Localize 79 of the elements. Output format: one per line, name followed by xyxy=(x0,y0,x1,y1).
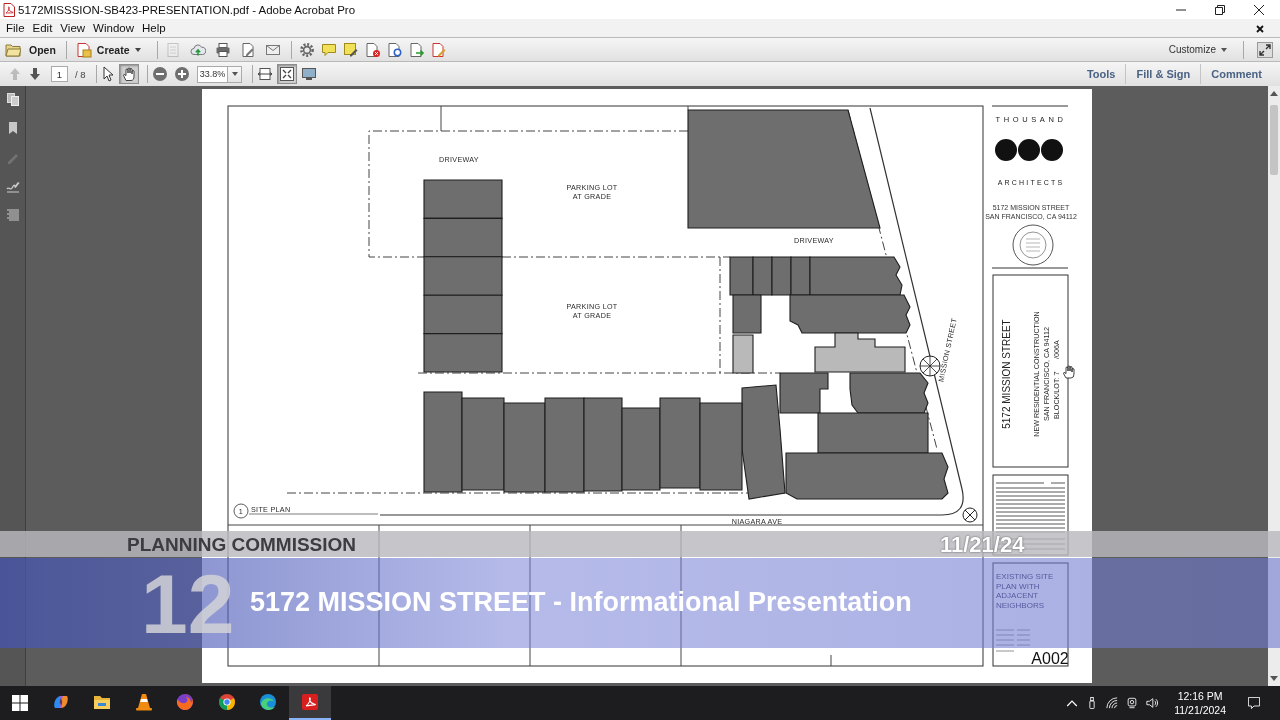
hand-tool-button[interactable] xyxy=(119,64,139,84)
project-name: 5172 MISSION STREET xyxy=(1001,319,1012,429)
document-arrow-icon[interactable] xyxy=(408,41,425,58)
speaker-icon[interactable] xyxy=(1146,697,1159,709)
webcam-icon[interactable] xyxy=(1126,697,1139,709)
cloud-upload-icon[interactable] xyxy=(190,41,207,58)
zoom-in-icon[interactable] xyxy=(174,66,190,82)
caret-icon xyxy=(1221,47,1227,52)
menu-item[interactable]: Window xyxy=(93,22,134,34)
printer-icon[interactable] xyxy=(215,41,232,58)
document-delete-icon[interactable] xyxy=(364,41,381,58)
north-arrow-icon xyxy=(962,507,978,523)
cursor-arrow-icon xyxy=(100,66,116,82)
menu-item[interactable]: Help xyxy=(142,22,166,34)
close-icon[interactable] xyxy=(1253,4,1264,15)
folder-icon xyxy=(5,41,21,58)
page-corners-icon xyxy=(279,66,295,82)
restore-icon[interactable] xyxy=(1214,4,1225,15)
clock-date[interactable]: 11/21/2024 xyxy=(1174,703,1226,717)
taskbar-app-button[interactable] xyxy=(289,686,331,720)
clock-time[interactable]: 12:16 PM xyxy=(1177,689,1223,703)
folder-icon xyxy=(93,693,112,711)
panel-tab[interactable]: Fill & Sign xyxy=(1126,68,1201,80)
menu-item[interactable]: Edit xyxy=(32,22,53,34)
panel-tab[interactable]: Comment xyxy=(1201,68,1272,80)
open-button[interactable]: Open xyxy=(5,39,56,60)
caption-heading: PLANNING COMMISSION xyxy=(127,534,357,556)
building-footprint xyxy=(732,334,754,374)
agenda-item-number: 12 xyxy=(141,562,235,646)
traffic-cone-icon xyxy=(134,693,153,711)
speech-bubble-icon[interactable] xyxy=(320,41,337,58)
page-count: / 8 xyxy=(75,68,87,80)
page-width-icon xyxy=(257,66,273,82)
scroll-thumb[interactable] xyxy=(1270,105,1278,175)
zoom-out-icon[interactable] xyxy=(152,66,168,82)
expand-icon[interactable] xyxy=(1257,41,1273,58)
document-icon xyxy=(75,41,92,58)
scrollbar[interactable] xyxy=(1268,86,1280,686)
project-info-lines xyxy=(995,629,1031,652)
panel-tab[interactable]: Tools xyxy=(1076,68,1126,80)
document-pen-icon[interactable] xyxy=(430,41,447,58)
customize-button[interactable]: Customize xyxy=(1164,40,1231,59)
scroll-up-icon[interactable] xyxy=(1270,91,1278,96)
sheet-title: EXISTING SITE PLAN WITH ADJACENT NEIGHBORS xyxy=(996,572,1054,610)
window-title: 5172MISSSION-SB423-PRESENTATION.pdf - Adobe Acrobat Pro xyxy=(18,3,356,16)
close-icon[interactable] xyxy=(1256,25,1264,33)
fit-page-button[interactable] xyxy=(277,64,297,84)
caret-icon xyxy=(134,47,141,52)
caption-title: 5172 MISSION STREET - Informational Presentation xyxy=(250,587,912,618)
sheet-number: A002 xyxy=(1031,650,1069,667)
create-button[interactable]: Create xyxy=(75,39,141,60)
monitor-icon xyxy=(301,66,317,82)
document-pencil-icon[interactable] xyxy=(240,41,257,58)
menu-item[interactable]: File xyxy=(6,22,25,34)
caption-date: 11/21/24 xyxy=(940,532,1025,558)
hand-icon xyxy=(121,66,137,82)
menu-item[interactable]: View xyxy=(60,22,86,34)
swirl-icon xyxy=(51,693,70,711)
pages-icon[interactable] xyxy=(5,92,20,106)
signature-icon[interactable] xyxy=(5,179,20,193)
fox-globe-icon xyxy=(176,693,195,711)
settings-icon[interactable] xyxy=(298,41,315,58)
zoom-dropdown-button[interactable] xyxy=(228,65,242,83)
zoom-field[interactable]: 33.8% xyxy=(197,65,228,83)
notification-icon[interactable] xyxy=(1248,697,1260,709)
building-footprint xyxy=(732,294,762,334)
start-icon[interactable] xyxy=(12,695,28,711)
wifi-icon[interactable] xyxy=(1106,697,1119,709)
segmented-circle-icon xyxy=(217,693,236,711)
page-number-field[interactable]: 1 xyxy=(51,66,68,82)
hand-cursor-icon xyxy=(1063,365,1075,379)
building-footprint xyxy=(729,256,754,296)
note-pencil-icon[interactable] xyxy=(342,41,359,58)
caret-icon xyxy=(231,72,238,76)
scroll-down-icon[interactable] xyxy=(1270,676,1278,681)
pdf-app-icon xyxy=(300,693,319,711)
wave-globe-icon xyxy=(259,693,278,711)
building-footprint xyxy=(752,256,773,296)
arrow-down-icon[interactable] xyxy=(27,66,43,82)
